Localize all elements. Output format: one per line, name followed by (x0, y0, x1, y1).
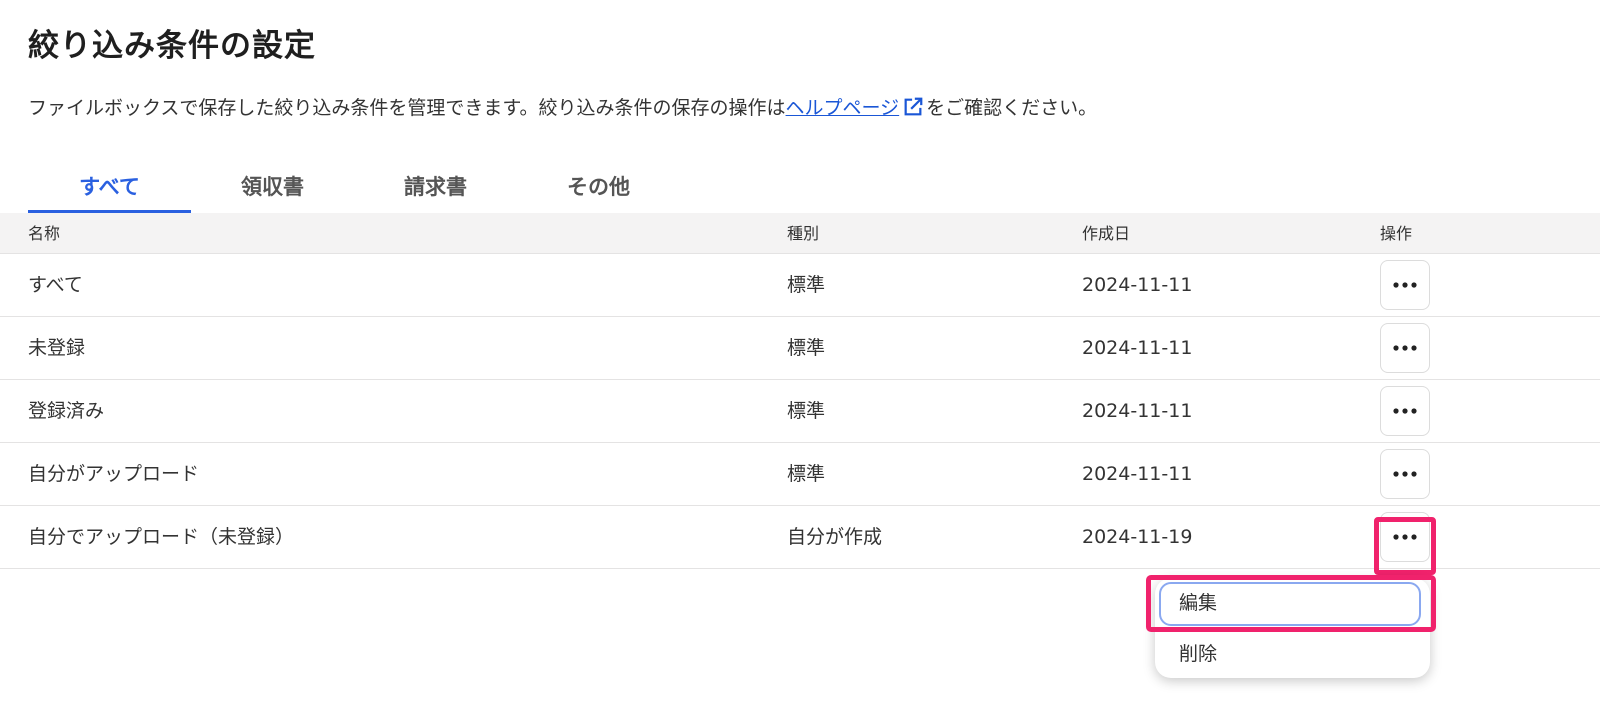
row-name: 未登録 (28, 337, 86, 359)
highlight-frame (1146, 575, 1436, 632)
more-actions-button[interactable] (1380, 449, 1430, 499)
row-created: 2024-11-19 (1082, 526, 1193, 548)
header-type: 種別 (787, 224, 820, 243)
page-description: ファイルボックスで保存した絞り込み条件を管理できます。絞り込み条件の保存の操作は… (28, 93, 1097, 123)
help-page-link[interactable]: ヘルプページ (786, 97, 900, 119)
header-name: 名称 (28, 224, 61, 243)
more-actions-button[interactable] (1380, 323, 1430, 373)
tab-all[interactable]: すべて (28, 163, 191, 213)
page-title: 絞り込み条件の設定 (28, 28, 316, 64)
header-actions: 操作 (1380, 224, 1413, 243)
row-type: 標準 (787, 337, 826, 359)
row-type: 標準 (787, 463, 826, 485)
menu-item-delete[interactable]: 削除 (1179, 639, 1217, 666)
more-horizontal-icon (1393, 345, 1417, 351)
filter-conditions-table: 名称 種別 作成日 操作 すべて 標準 2024-11-11 未登録 標準 20… (0, 213, 1600, 569)
row-name: 登録済み (28, 400, 105, 422)
more-actions-button[interactable] (1380, 260, 1430, 310)
description-text: ファイルボックスで保存した絞り込み条件を管理できます。絞り込み条件の保存の操作は (28, 97, 786, 119)
table-row: 自分でアップロード（未登録） 自分が作成 2024-11-19 (0, 506, 1600, 569)
row-created: 2024-11-11 (1082, 400, 1193, 422)
highlight-frame (1374, 517, 1436, 575)
more-horizontal-icon (1393, 471, 1417, 477)
row-name: 自分がアップロード (28, 463, 200, 485)
tab-invoices[interactable]: 請求書 (354, 163, 517, 213)
row-name: 自分でアップロード（未登録） (28, 526, 295, 548)
more-horizontal-icon (1393, 282, 1417, 288)
row-created: 2024-11-11 (1082, 463, 1193, 485)
header-created: 作成日 (1082, 224, 1131, 243)
description-text-end: をご確認ください。 (926, 97, 1098, 119)
table-row: すべて 標準 2024-11-11 (0, 254, 1600, 317)
table-row: 登録済み 標準 2024-11-11 (0, 380, 1600, 443)
row-type: 標準 (787, 400, 826, 422)
filter-tabs: すべて 領収書 請求書 その他 (28, 163, 680, 213)
row-name: すべて (28, 274, 83, 296)
table-row: 自分がアップロード 標準 2024-11-11 (0, 443, 1600, 506)
more-horizontal-icon (1393, 408, 1417, 414)
row-created: 2024-11-11 (1082, 337, 1193, 359)
tab-other[interactable]: その他 (517, 163, 680, 213)
row-type: 標準 (787, 274, 826, 296)
table-row: 未登録 標準 2024-11-11 (0, 317, 1600, 380)
row-type: 自分が作成 (787, 526, 883, 548)
more-actions-button[interactable] (1380, 386, 1430, 436)
row-created: 2024-11-11 (1082, 274, 1193, 296)
external-link-icon[interactable] (902, 96, 924, 123)
table-header: 名称 種別 作成日 操作 (0, 213, 1600, 254)
tab-receipts[interactable]: 領収書 (191, 163, 354, 213)
